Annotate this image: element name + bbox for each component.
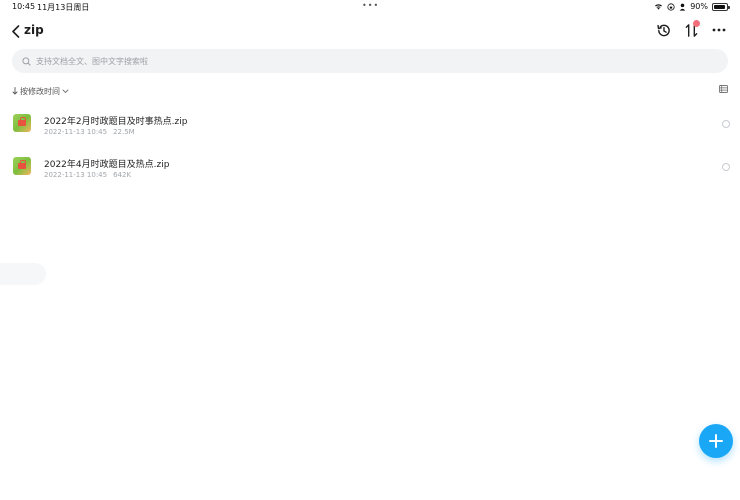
battery-percentage: 90% (690, 2, 708, 11)
notification-badge-icon (693, 20, 700, 27)
wifi-icon (655, 4, 663, 10)
add-button[interactable] (699, 424, 733, 458)
search-bar[interactable] (12, 49, 728, 73)
location-icon (679, 3, 686, 11)
file-size: 642K (113, 171, 132, 179)
file-name: 2022年2月时政题目及时事热点.zip (44, 117, 188, 127)
zip-file-icon (13, 157, 31, 175)
file-list: 2022年2月时政题目及时事热点.zip 2022-11-13 10:45 22.… (0, 103, 740, 189)
zip-file-icon (13, 114, 31, 132)
nav-bar: zip (0, 18, 740, 44)
page-title: zip (24, 23, 44, 37)
side-drawer-handle[interactable] (0, 263, 46, 285)
arrow-down-icon (12, 87, 18, 95)
history-icon (656, 24, 670, 36)
chevron-left-icon (11, 24, 19, 38)
search-input[interactable] (36, 56, 696, 66)
file-row[interactable]: 2022年2月时政题目及时事热点.zip 2022-11-13 10:45 22.… (0, 103, 740, 146)
file-modified: 2022-11-13 10:45 (44, 128, 108, 136)
chevron-down-icon (62, 89, 69, 93)
multitasking-dots-icon[interactable]: ••• (362, 1, 379, 10)
select-radio[interactable] (722, 163, 730, 171)
sort-dropdown[interactable]: 按修改时间 (12, 86, 69, 97)
status-right: 90% (654, 2, 730, 11)
more-icon (712, 28, 726, 32)
more-button[interactable] (710, 20, 728, 40)
file-modified: 2022-11-13 10:45 (44, 171, 108, 179)
sort-bar: 按修改时间 (12, 84, 728, 98)
file-meta: 2022-11-13 10:45 22.5M (44, 128, 135, 136)
status-bar: 10:45 11月13日周日 ••• 90% (0, 0, 740, 14)
history-button[interactable] (654, 20, 672, 40)
status-date: 11月13日周日 (37, 3, 90, 12)
file-meta: 2022-11-13 10:45 642K (44, 171, 131, 179)
file-row[interactable]: 2022年4月时政题目及热点.zip 2022-11-13 10:45 642K (0, 146, 740, 189)
transfer-button[interactable] (682, 20, 700, 40)
status-time: 10:45 (12, 2, 36, 11)
file-name: 2022年4月时政题目及热点.zip (44, 160, 170, 170)
file-size: 22.5M (113, 128, 135, 136)
plus-icon (709, 434, 723, 448)
view-toggle-button[interactable] (719, 85, 728, 95)
list-view-icon (719, 85, 728, 93)
nav-actions (654, 20, 728, 40)
sort-label: 按修改时间 (20, 86, 60, 96)
battery-icon (712, 2, 730, 11)
search-icon (22, 56, 31, 66)
select-radio[interactable] (722, 120, 730, 128)
back-button[interactable] (6, 21, 24, 41)
orientation-lock-icon (667, 2, 675, 11)
